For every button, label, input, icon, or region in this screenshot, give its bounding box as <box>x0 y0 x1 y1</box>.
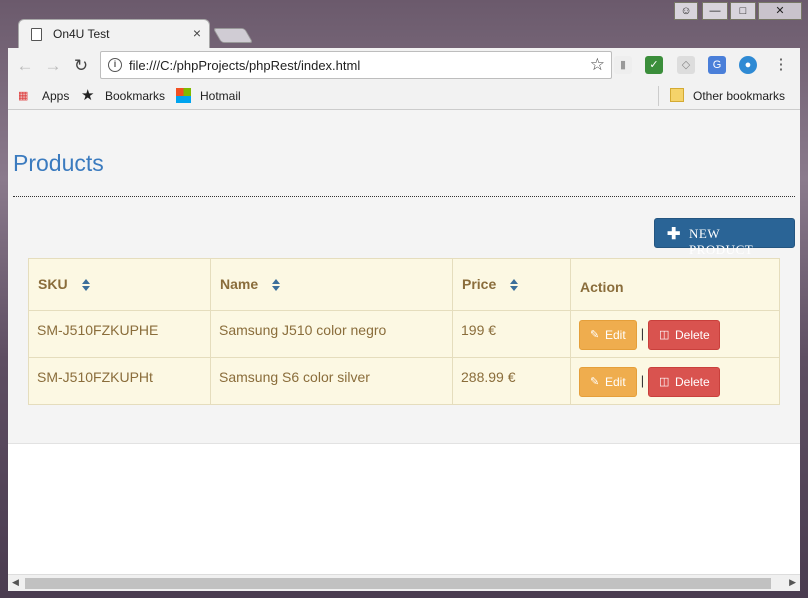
bookmarks-link[interactable]: Bookmarks <box>105 89 165 103</box>
table-row: SM-J510FZKUPHE Samsung J510 color negro … <box>28 310 780 358</box>
address-bar[interactable]: i file:///C:/phpProjects/phpRest/index.h… <box>100 51 612 79</box>
scrollbar-thumb[interactable] <box>25 578 771 589</box>
scroll-left-arrow-icon[interactable]: ◀ <box>12 577 19 588</box>
extension-icon-1[interactable]: ▮ <box>614 56 632 74</box>
products-panel: Products ✚ NEW PRODUCT SKU Name Price Ac… <box>8 110 800 444</box>
action-header-label: Action <box>580 279 624 295</box>
page-icon <box>31 28 42 41</box>
name-header[interactable]: Name <box>210 258 453 311</box>
price-cell: 199 € <box>452 310 571 358</box>
new-tab-button[interactable] <box>212 28 254 43</box>
scroll-right-arrow-icon[interactable]: ▶ <box>789 577 796 588</box>
browser-toolbar: ← → ↻ i file:///C:/phpProjects/phpRest/i… <box>8 48 800 84</box>
forward-arrow-icon[interactable]: → <box>42 55 64 77</box>
reload-icon[interactable]: ↻ <box>70 55 92 77</box>
tab-close-icon[interactable]: × <box>193 25 201 41</box>
sku-header[interactable]: SKU <box>28 258 211 311</box>
hotmail-icon <box>176 88 191 103</box>
apps-link[interactable]: Apps <box>42 89 69 103</box>
title-bar: On4U Test × ☺ — □ ✕ <box>0 0 808 48</box>
info-icon[interactable]: i <box>108 58 122 72</box>
page-content: Products ✚ NEW PRODUCT SKU Name Price Ac… <box>8 110 800 574</box>
plus-icon: ✚ <box>667 226 681 243</box>
other-bookmarks-link[interactable]: Other bookmarks <box>693 89 785 103</box>
minimize-button[interactable]: — <box>702 2 728 20</box>
sort-icon[interactable] <box>81 279 90 291</box>
maximize-button[interactable]: □ <box>730 2 756 20</box>
delete-button[interactable]: ◫ Delete <box>648 367 720 397</box>
price-header[interactable]: Price <box>452 258 571 311</box>
apps-icon: ▦ <box>18 90 29 102</box>
action-cell: ✎ Edit | ◫ Delete <box>570 357 780 405</box>
delete-label: Delete <box>675 375 710 389</box>
edit-label: Edit <box>605 375 626 389</box>
back-arrow-icon[interactable]: ← <box>14 55 36 77</box>
page-title: Products <box>13 150 104 176</box>
edit-button[interactable]: ✎ Edit <box>579 320 637 350</box>
menu-icon[interactable]: ⋮ <box>772 56 790 74</box>
sku-header-label: SKU <box>38 276 68 292</box>
hotmail-link[interactable]: Hotmail <box>200 89 241 103</box>
new-product-label: NEW PRODUCT <box>689 226 754 257</box>
action-header: Action <box>570 258 780 311</box>
action-cell: ✎ Edit | ◫ Delete <box>570 310 780 358</box>
edit-icon: ✎ <box>590 376 600 388</box>
browser-tab[interactable]: On4U Test × <box>18 19 210 48</box>
close-window-button[interactable]: ✕ <box>758 2 802 20</box>
action-separator: | <box>640 326 645 341</box>
table-header-row: SKU Name Price Action <box>28 258 780 311</box>
title-divider <box>13 196 795 197</box>
edit-label: Edit <box>605 328 626 342</box>
horizontal-scrollbar[interactable]: ◀ ▶ <box>8 574 800 591</box>
sku-cell: SM-J510FZKUPHE <box>28 310 211 358</box>
price-header-label: Price <box>462 276 497 292</box>
edit-button[interactable]: ✎ Edit <box>579 367 637 397</box>
bookmarks-star-icon: ★ <box>81 87 95 104</box>
folder-icon <box>670 88 684 102</box>
table-row: SM-J510FZKUPHt Samsung S6 color silver 2… <box>28 357 780 405</box>
name-header-label: Name <box>220 276 259 292</box>
sort-icon[interactable] <box>510 279 519 291</box>
delete-label: Delete <box>675 328 710 342</box>
globe-extension-icon[interactable]: ● <box>739 56 757 74</box>
url-text[interactable]: file:///C:/phpProjects/phpRest/index.htm… <box>129 58 360 73</box>
edit-icon: ✎ <box>590 329 600 341</box>
shield-extension-icon[interactable]: ◇ <box>677 56 695 74</box>
name-cell: Samsung S6 color silver <box>210 357 453 405</box>
translate-extension-icon[interactable]: G <box>708 56 726 74</box>
tab-title: On4U Test <box>53 27 110 41</box>
delete-button[interactable]: ◫ Delete <box>648 320 720 350</box>
trash-icon: ◫ <box>659 329 670 341</box>
action-separator: | <box>640 373 645 388</box>
profile-button[interactable]: ☺ <box>674 2 698 20</box>
browser-window: On4U Test × ☺ — □ ✕ ← → ↻ i file:///C:/p… <box>0 0 808 598</box>
products-table: SKU Name Price Action SM-J510FZKUPHE Sam… <box>28 258 780 405</box>
trash-icon: ◫ <box>659 376 670 388</box>
bookmark-star-icon[interactable]: ☆ <box>590 55 605 75</box>
sku-cell: SM-J510FZKUPHt <box>28 357 211 405</box>
new-product-button[interactable]: ✚ NEW PRODUCT <box>654 218 795 257</box>
bookmarks-bar: ▦ Apps ★ Bookmarks Hotmail Other bookmar… <box>8 84 800 110</box>
name-cell: Samsung J510 color negro <box>210 310 453 358</box>
bookmarks-divider <box>658 86 659 106</box>
sort-icon[interactable] <box>272 279 281 291</box>
extension-icon-2[interactable]: ✓ <box>645 56 663 74</box>
price-cell: 288.99 € <box>452 357 571 405</box>
